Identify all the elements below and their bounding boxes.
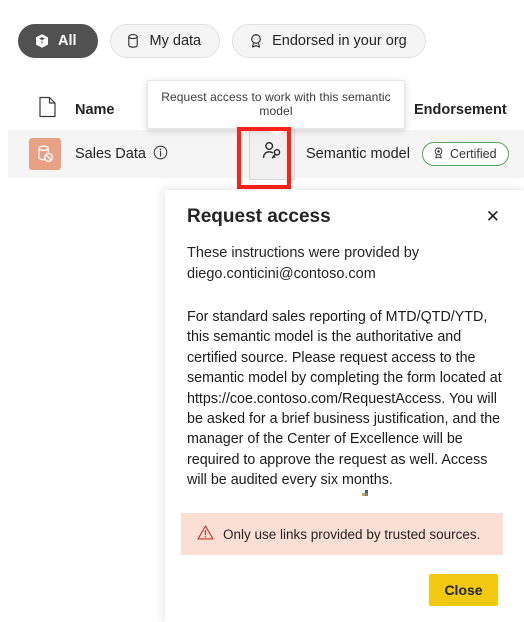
warning-triangle-icon (197, 524, 214, 544)
status-badge: Certified (422, 142, 509, 166)
trusted-sources-warning: Only use links provided by trusted sourc… (181, 513, 503, 555)
row-name-label: Sales Data (75, 146, 146, 162)
filter-pill-all[interactable]: All (18, 24, 98, 58)
column-header-endorsement[interactable]: Endorsement (414, 102, 507, 118)
row-name-cell[interactable]: Sales Data (75, 145, 168, 164)
dialog-header: Request access ✕ (165, 190, 524, 229)
filter-pill-bar: All My data Endorsed in your org (18, 24, 426, 58)
dialog-body-instructions: For standard sales reporting of MTD/QTD/… (187, 308, 506, 489)
certified-badge-icon (432, 146, 445, 163)
column-header-name[interactable]: Name (75, 102, 115, 118)
close-icon[interactable]: ✕ (484, 206, 502, 227)
person-key-icon (261, 140, 283, 166)
row-type-label: Semantic model (306, 146, 410, 162)
database-icon (125, 33, 142, 50)
dialog-subtitle: These instructions were provided by dieg… (187, 244, 420, 282)
cube-icon (33, 33, 50, 50)
document-icon (38, 96, 57, 122)
filter-pill-my-data-label: My data (149, 33, 202, 49)
page-title: Request access (187, 206, 331, 227)
tooltip: Request access to work with this semanti… (147, 80, 405, 129)
table-row[interactable]: Sales Data Semantic model Certified (8, 126, 524, 180)
status-badge-label: Certified (450, 147, 497, 161)
info-icon[interactable] (153, 145, 168, 164)
filter-pill-endorsed[interactable]: Endorsed in your org (232, 24, 426, 58)
filter-pill-my-data[interactable]: My data (109, 24, 221, 58)
resize-artifact-icon (362, 490, 369, 497)
trusted-sources-warning-text: Only use links provided by trusted sourc… (223, 526, 481, 542)
close-button[interactable]: Close (429, 574, 498, 606)
filter-pill-endorsed-label: Endorsed in your org (272, 33, 407, 49)
certified-badge-icon (247, 33, 264, 50)
tooltip-text: Request access to work with this semanti… (161, 90, 391, 118)
request-access-dialog: Request access ✕ These instructions were… (165, 189, 524, 622)
database-blocked-icon (29, 138, 61, 170)
tooltip-arrow (268, 128, 284, 136)
filter-pill-all-label: All (58, 33, 77, 49)
